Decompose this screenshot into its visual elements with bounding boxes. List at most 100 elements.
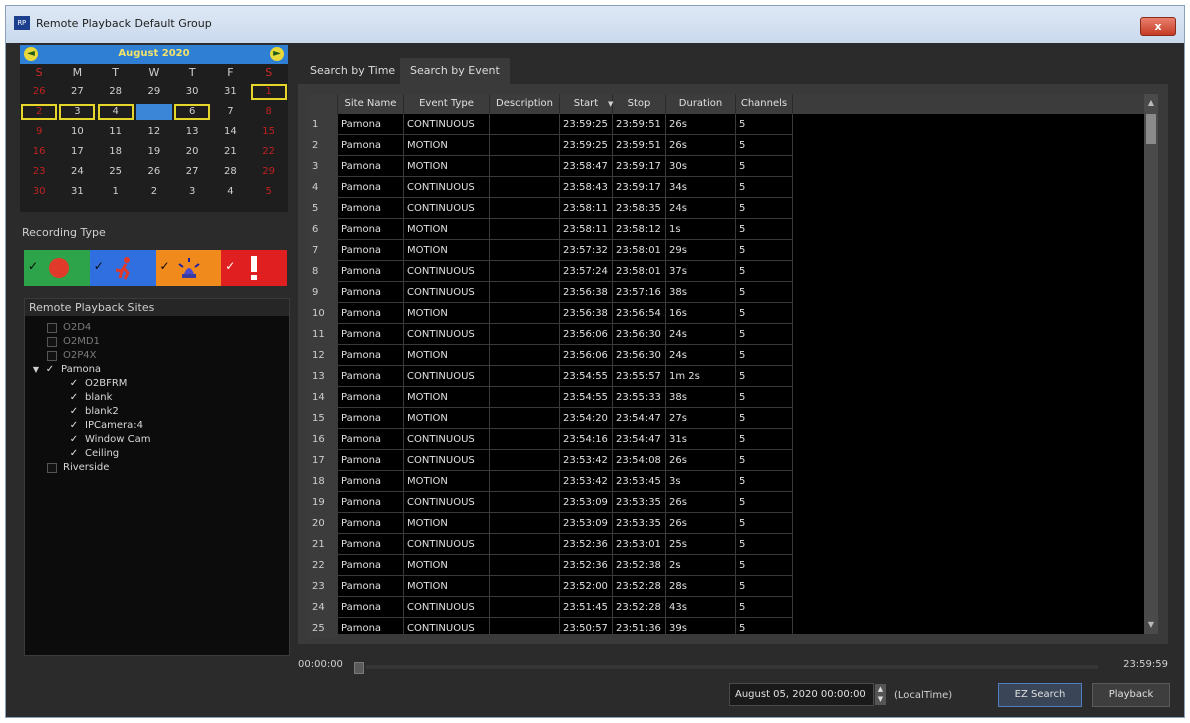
calendar-day[interactable]: 27 bbox=[59, 84, 95, 100]
calendar-day[interactable]: 2 bbox=[136, 184, 172, 200]
table-row[interactable]: 20 Pamona MOTION 23:53:09 23:53:35 26s 5 bbox=[308, 513, 798, 534]
calendar-day[interactable]: 29 bbox=[251, 164, 287, 180]
table-row[interactable]: 2 Pamona MOTION 23:59:25 23:59:51 26s 5 bbox=[308, 135, 798, 156]
calendar-day[interactable]: 5 bbox=[251, 184, 287, 200]
checked-checkbox-icon[interactable]: ✓ bbox=[69, 448, 79, 459]
column-header[interactable]: Start bbox=[560, 94, 613, 114]
calendar-day[interactable]: 4 bbox=[212, 184, 248, 200]
ez-search-button[interactable]: EZ Search bbox=[998, 683, 1082, 707]
calendar-day[interactable]: 8 bbox=[251, 104, 287, 120]
table-row[interactable]: 9 Pamona CONTINUOUS 23:56:38 23:57:16 38s 5 bbox=[308, 282, 798, 303]
table-row[interactable]: 10 Pamona MOTION 23:56:38 23:56:54 16s 5 bbox=[308, 303, 798, 324]
column-header[interactable]: Description bbox=[490, 94, 560, 114]
checkbox[interactable] bbox=[47, 336, 57, 347]
checkbox[interactable] bbox=[47, 322, 57, 333]
calendar-day[interactable]: 14 bbox=[212, 124, 248, 140]
calendar-day[interactable]: 23 bbox=[21, 164, 57, 180]
calendar-day[interactable]: 1 bbox=[250, 84, 287, 100]
table-row[interactable]: 12 Pamona MOTION 23:56:06 23:56:30 24s 5 bbox=[308, 345, 798, 366]
calendar-day[interactable]: 11 bbox=[98, 124, 134, 140]
calendar-day[interactable]: 7 bbox=[212, 104, 248, 120]
calendar-day[interactable]: 26 bbox=[136, 164, 172, 180]
tab-search-by-event[interactable]: Search by Event bbox=[400, 58, 510, 84]
close-button[interactable]: x bbox=[1140, 17, 1176, 36]
column-header[interactable]: Channels bbox=[736, 94, 793, 114]
timeline-handle[interactable] bbox=[354, 662, 364, 674]
vertical-scrollbar[interactable]: ▲ ▼ bbox=[1144, 94, 1158, 634]
table-row[interactable]: 14 Pamona MOTION 23:54:55 23:55:33 38s 5 bbox=[308, 387, 798, 408]
calendar-day[interactable]: 29 bbox=[136, 84, 172, 100]
calendar-day[interactable]: 6 bbox=[174, 104, 211, 120]
site-tree-node[interactable]: ✓ O2BFRM bbox=[69, 377, 128, 390]
checked-checkbox-icon[interactable]: ✓ bbox=[69, 406, 79, 417]
checkbox[interactable] bbox=[47, 462, 57, 473]
table-row[interactable]: 7 Pamona MOTION 23:57:32 23:58:01 29s 5 bbox=[308, 240, 798, 261]
motion-recording-toggle[interactable]: ✓ bbox=[89, 250, 156, 286]
calendar-day[interactable]: 9 bbox=[21, 124, 57, 140]
calendar-day[interactable]: 24 bbox=[59, 164, 95, 180]
table-row[interactable]: 15 Pamona MOTION 23:54:20 23:54:47 27s 5 bbox=[308, 408, 798, 429]
scroll-down-icon[interactable]: ▼ bbox=[1144, 618, 1158, 632]
table-row[interactable]: 19 Pamona CONTINUOUS 23:53:09 23:53:35 26s 5 bbox=[308, 492, 798, 513]
calendar-month-title[interactable]: August 2020 bbox=[20, 48, 288, 59]
calendar-day[interactable]: 2 bbox=[21, 104, 58, 120]
scroll-up-icon[interactable]: ▲ bbox=[1144, 96, 1158, 110]
table-row[interactable]: 25 Pamona CONTINUOUS 23:50:57 23:51:36 39s 5 bbox=[308, 618, 798, 639]
datetime-field[interactable]: August 05, 2020 00:00:00 bbox=[729, 683, 874, 706]
calendar-day[interactable]: 26 bbox=[21, 84, 57, 100]
table-row[interactable]: 1 Pamona CONTINUOUS 23:59:25 23:59:51 26s 5 bbox=[308, 114, 798, 135]
calendar-day[interactable]: 30 bbox=[174, 84, 210, 100]
site-tree-node[interactable]: O2D4 bbox=[47, 321, 91, 334]
table-row[interactable]: 13 Pamona CONTINUOUS 23:54:55 23:55:57 1m 2s 5 bbox=[308, 366, 798, 387]
spin-up-icon[interactable]: ▲ bbox=[875, 684, 886, 694]
spin-down-icon[interactable]: ▼ bbox=[875, 694, 886, 704]
calendar-day[interactable]: 30 bbox=[21, 184, 57, 200]
table-row[interactable]: 4 Pamona CONTINUOUS 23:58:43 23:59:17 34s 5 bbox=[308, 177, 798, 198]
calendar-day[interactable]: 10 bbox=[59, 124, 95, 140]
calendar-day[interactable]: 31 bbox=[212, 84, 248, 100]
calendar-day[interactable]: 1 bbox=[98, 184, 134, 200]
calendar-day[interactable]: 5 bbox=[135, 104, 172, 120]
site-tree-node[interactable]: ✓ Window Cam bbox=[69, 433, 151, 446]
table-row[interactable]: 16 Pamona CONTINUOUS 23:54:16 23:54:47 31s 5 bbox=[308, 429, 798, 450]
table-row[interactable]: 24 Pamona CONTINUOUS 23:51:45 23:52:28 43s 5 bbox=[308, 597, 798, 618]
site-tree-node[interactable]: ✓ Ceiling bbox=[69, 447, 119, 460]
table-row[interactable]: 8 Pamona CONTINUOUS 23:57:24 23:58:01 37s 5 bbox=[308, 261, 798, 282]
checked-checkbox-icon[interactable]: ✓ bbox=[69, 420, 79, 431]
calendar-day[interactable]: 28 bbox=[212, 164, 248, 180]
calendar-day[interactable]: 18 bbox=[98, 144, 134, 160]
site-tree-node[interactable]: O2P4X bbox=[47, 349, 96, 362]
timeline-track[interactable] bbox=[366, 665, 1098, 669]
playback-button[interactable]: Playback bbox=[1092, 683, 1170, 707]
scrollbar-thumb[interactable] bbox=[1146, 114, 1156, 144]
calendar-day[interactable]: 15 bbox=[251, 124, 287, 140]
site-tree-node[interactable]: ▼ ✓ Pamona bbox=[31, 363, 101, 376]
calendar-day[interactable]: 16 bbox=[21, 144, 57, 160]
column-header[interactable]: Stop bbox=[613, 94, 666, 114]
site-tree-node[interactable]: O2MD1 bbox=[47, 335, 100, 348]
expand-arrow-icon[interactable]: ▼ bbox=[31, 365, 41, 374]
site-tree-node[interactable]: ✓ blank2 bbox=[69, 405, 119, 418]
tab-search-by-time[interactable]: Search by Time bbox=[300, 58, 405, 84]
alarm-recording-toggle[interactable]: ✓ bbox=[155, 250, 222, 286]
checked-checkbox-icon[interactable]: ✓ bbox=[69, 434, 79, 445]
continuous-recording-toggle[interactable]: ✓ bbox=[24, 250, 90, 286]
calendar-day[interactable]: 31 bbox=[59, 184, 95, 200]
alert-recording-toggle[interactable]: ✓ bbox=[221, 250, 287, 286]
calendar-day[interactable]: 3 bbox=[59, 104, 96, 120]
site-tree-node[interactable]: ✓ IPCamera:4 bbox=[69, 419, 143, 432]
calendar-day[interactable]: 4 bbox=[97, 104, 134, 120]
calendar-day[interactable]: 25 bbox=[98, 164, 134, 180]
calendar-day[interactable]: 20 bbox=[174, 144, 210, 160]
table-row[interactable]: 21 Pamona CONTINUOUS 23:52:36 23:53:01 25s 5 bbox=[308, 534, 798, 555]
next-month-icon[interactable]: ► bbox=[270, 47, 284, 61]
site-tree-node[interactable]: ✓ blank bbox=[69, 391, 113, 404]
calendar-day[interactable]: 3 bbox=[174, 184, 210, 200]
calendar-day[interactable]: 19 bbox=[136, 144, 172, 160]
site-tree-node[interactable]: Riverside bbox=[47, 461, 109, 474]
calendar-day[interactable]: 13 bbox=[174, 124, 210, 140]
calendar-day[interactable]: 12 bbox=[136, 124, 172, 140]
column-header[interactable]: Site Name bbox=[338, 94, 404, 114]
calendar-day[interactable]: 21 bbox=[212, 144, 248, 160]
calendar-day[interactable]: 28 bbox=[98, 84, 134, 100]
